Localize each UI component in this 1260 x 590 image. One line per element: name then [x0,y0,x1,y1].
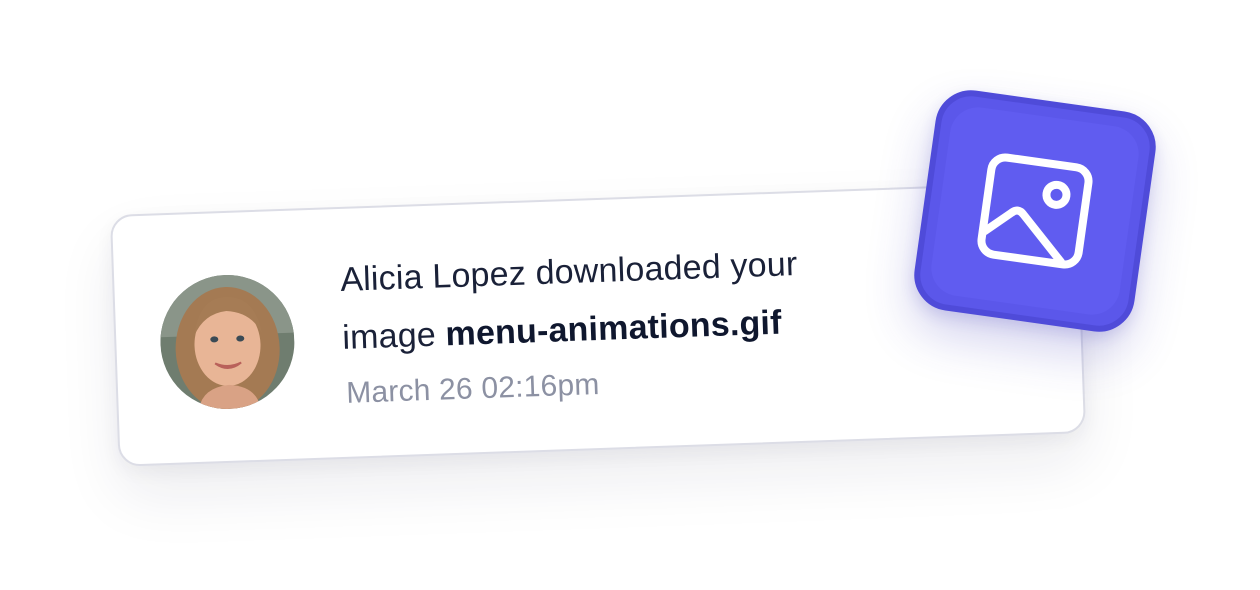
avatar-photo [158,272,297,412]
image-badge [909,85,1161,337]
image-icon [977,153,1093,269]
file-name-link[interactable]: menu-animations.gif [445,304,782,354]
notification-message: Alicia Lopez downloaded your image menu-… [339,231,903,366]
stage: Alicia Lopez downloaded your image menu-… [0,0,1260,590]
avatar [158,272,297,412]
timestamp: March 26 02:16pm [345,367,601,410]
